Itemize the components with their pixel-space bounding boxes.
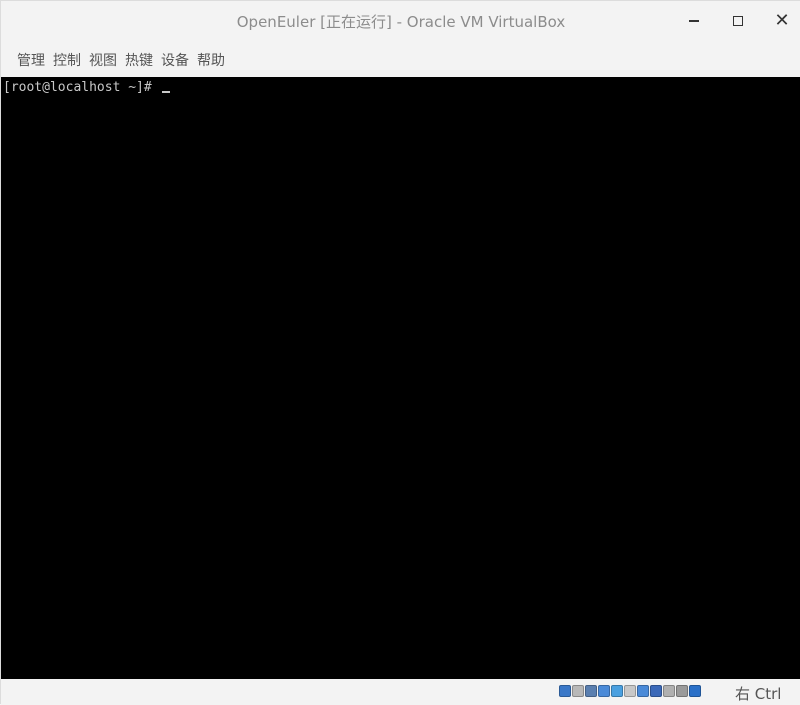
display-icon[interactable] bbox=[637, 685, 649, 697]
menu-hotkeys[interactable]: 热键 bbox=[125, 48, 153, 72]
hard-disk-icon[interactable] bbox=[559, 685, 571, 697]
status-bar: 右 Ctrl bbox=[1, 679, 800, 705]
menu-help[interactable]: 帮助 bbox=[197, 48, 225, 72]
host-key-label[interactable]: 右 Ctrl bbox=[735, 683, 781, 704]
minimize-icon bbox=[689, 20, 699, 22]
text-cursor bbox=[161, 91, 170, 93]
network-icon[interactable] bbox=[598, 685, 610, 697]
menu-bar: 管理 控制 视图 热键 设备 帮助 bbox=[1, 43, 800, 77]
menu-control[interactable]: 控制 bbox=[53, 48, 81, 72]
menu-view[interactable]: 视图 bbox=[89, 48, 117, 72]
shell-prompt: [root@localhost ~]# bbox=[3, 80, 170, 95]
video-capture-icon[interactable] bbox=[650, 685, 662, 697]
optical-drive-icon[interactable] bbox=[572, 685, 584, 697]
menu-devices[interactable]: 设备 bbox=[161, 48, 189, 72]
maximize-icon bbox=[733, 16, 743, 26]
audio-icon[interactable] bbox=[585, 685, 597, 697]
usb-icon[interactable] bbox=[611, 685, 623, 697]
close-button[interactable]: ✕ bbox=[767, 9, 797, 33]
shared-folders-icon[interactable] bbox=[624, 685, 636, 697]
virtualbox-window: OpenEuler [正在运行] - Oracle VM VirtualBox … bbox=[0, 0, 800, 705]
prompt-text: [root@localhost ~]# bbox=[3, 80, 160, 95]
cpu-icon[interactable] bbox=[676, 685, 688, 697]
keyboard-capture-icon[interactable] bbox=[689, 685, 701, 697]
close-icon: ✕ bbox=[774, 10, 790, 31]
maximize-button[interactable] bbox=[723, 9, 753, 33]
vm-console-screen[interactable]: [root@localhost ~]# bbox=[1, 77, 800, 679]
mouse-integration-icon[interactable] bbox=[663, 685, 675, 697]
minimize-button[interactable] bbox=[679, 9, 709, 33]
menu-manage[interactable]: 管理 bbox=[17, 48, 45, 72]
title-bar[interactable]: OpenEuler [正在运行] - Oracle VM VirtualBox … bbox=[1, 1, 800, 43]
status-icons bbox=[559, 685, 701, 697]
